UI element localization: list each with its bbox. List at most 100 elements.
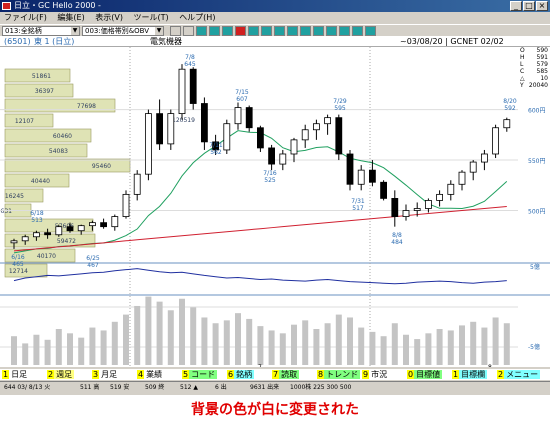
function-tab[interactable]: 3 月足 xyxy=(92,369,120,380)
annotation-price: 467 xyxy=(87,262,99,269)
annotation-price: 513 xyxy=(31,217,43,224)
price-tick-label: 600円 xyxy=(528,108,545,115)
toolbar-button[interactable] xyxy=(274,26,285,36)
candle-up xyxy=(413,208,421,211)
function-tab[interactable]: 2 メニュー xyxy=(497,369,541,380)
ohlc-change: 10 xyxy=(540,75,548,82)
menu-tools[interactable]: ツール(T) xyxy=(130,12,173,24)
volume-bar xyxy=(145,296,152,365)
stock-market: 東 1 (日立) xyxy=(34,37,75,46)
close-button[interactable]: × xyxy=(536,1,548,11)
toolbar-button[interactable] xyxy=(196,26,207,36)
stock-info-bar: (6501) 東 1 (日立) 電気機器 ~03/08/20 | GCNET 0… xyxy=(0,36,550,47)
window-title: 日立・GC Hello 2000 - xyxy=(14,1,101,10)
candle-down xyxy=(189,68,197,104)
annotation-price: 562 xyxy=(210,149,222,156)
menu-file[interactable]: ファイル(F) xyxy=(0,12,51,24)
toolbar-button[interactable] xyxy=(170,26,181,36)
toolbar-button[interactable] xyxy=(365,26,376,36)
status-field: 511 高 xyxy=(80,384,100,391)
function-tab[interactable]: 4 業績 xyxy=(137,369,165,380)
candle-up xyxy=(301,129,309,141)
annotation-date: 8/8 xyxy=(392,232,402,239)
candle-up xyxy=(144,113,152,175)
market-select-value: 013:全銘柄 xyxy=(5,27,42,35)
function-tab[interactable]: 0 目標値 xyxy=(407,369,443,380)
candle-down xyxy=(200,103,208,143)
volume-bar xyxy=(459,325,465,365)
function-tab-label: 週足 xyxy=(54,370,75,379)
volume-bar xyxy=(347,317,353,365)
status-field: 512 ▲ xyxy=(180,384,198,391)
status-bar: 644 03/ 8/13 火 511 高 519 安 509 終 512 ▲ 6 出 963… xyxy=(0,381,550,393)
candle-up xyxy=(402,210,410,217)
candle-up xyxy=(223,123,231,151)
function-tab[interactable]: 5 コード xyxy=(182,369,218,380)
annotation-date: 8/20 xyxy=(503,98,517,105)
function-tab[interactable]: 8 トレンド xyxy=(317,369,361,380)
volume-bar xyxy=(335,314,342,365)
candle-down xyxy=(256,127,264,149)
annotation-price: 645 xyxy=(184,61,196,68)
function-tab[interactable]: 1 目標欄 xyxy=(452,369,488,380)
volume-bar xyxy=(55,329,62,365)
function-tab[interactable]: 2 週足 xyxy=(47,369,75,380)
indicator-select[interactable]: 003:価格帯別&OBV ▼ xyxy=(82,26,164,36)
market-select[interactable]: 013:全銘柄 ▼ xyxy=(2,26,80,36)
toolbar-button[interactable] xyxy=(313,26,324,36)
candle-up xyxy=(178,68,186,115)
function-tab-label: トレンド xyxy=(324,370,361,379)
toolbar-button[interactable] xyxy=(261,26,272,36)
candle-up xyxy=(492,127,500,155)
ohlc-close: 585 xyxy=(537,68,549,75)
price-tick-label: 550円 xyxy=(528,158,545,165)
annotation-price: 592 xyxy=(504,105,516,112)
toolbar-button[interactable] xyxy=(326,26,337,36)
menu-edit[interactable]: 編集(E) xyxy=(53,12,88,24)
volume-bar xyxy=(257,326,264,365)
toolbar-button[interactable] xyxy=(248,26,259,36)
candle-up xyxy=(111,216,119,228)
ohlc-volume: 20040 xyxy=(529,82,548,89)
candle-up xyxy=(480,153,488,163)
candle-down xyxy=(245,107,253,129)
volume-bar xyxy=(503,323,510,365)
volume-bar xyxy=(369,331,376,365)
candle-up xyxy=(10,240,18,244)
function-tab[interactable]: 1 日足 xyxy=(2,369,30,380)
volume-profile-value: 36397 xyxy=(35,88,54,95)
menu-help[interactable]: ヘルプ(H) xyxy=(175,12,219,24)
chart-area[interactable]: 51861 36397 77698 12107 60460 54083 95460 40440… xyxy=(0,47,550,371)
minimize-button[interactable]: _ xyxy=(510,1,522,11)
function-tab[interactable]: 9 市況 xyxy=(362,369,390,380)
toolbar-button[interactable] xyxy=(209,26,220,36)
volume-bar xyxy=(279,333,286,365)
toolbar-button[interactable] xyxy=(352,26,363,36)
volume-bar xyxy=(235,313,241,365)
toolbar-button[interactable] xyxy=(222,26,233,36)
function-tab[interactable]: 7 読取 xyxy=(272,369,300,380)
volume-bar xyxy=(78,337,85,365)
candle-up xyxy=(436,193,444,201)
volume-bar xyxy=(246,318,253,365)
toolbar-button[interactable] xyxy=(339,26,350,36)
maximize-button[interactable]: □ xyxy=(523,1,535,11)
toolbar-button[interactable] xyxy=(183,26,194,36)
volume-bar xyxy=(190,307,197,365)
toolbar-button[interactable] xyxy=(300,26,311,36)
volume-profile-value: 54083 xyxy=(49,148,68,155)
toolbar-button[interactable] xyxy=(287,26,298,36)
menu-view[interactable]: 表示(V) xyxy=(91,12,127,24)
volume-profile-value: 59472 xyxy=(57,238,76,245)
chevron-down-icon: ▼ xyxy=(155,27,163,35)
candle-up xyxy=(469,161,477,173)
function-tab[interactable]: 6 銘柄 xyxy=(227,369,255,380)
candle-up xyxy=(458,171,466,185)
status-field: 6 出 xyxy=(215,384,227,391)
function-tab-label: コード xyxy=(189,370,218,379)
volume-bar xyxy=(403,334,409,365)
status-field: 1000株 225 300 500 xyxy=(290,384,352,391)
candle-down xyxy=(391,198,399,217)
status-field: 509 終 xyxy=(145,384,165,391)
toolbar-button[interactable] xyxy=(235,26,246,36)
